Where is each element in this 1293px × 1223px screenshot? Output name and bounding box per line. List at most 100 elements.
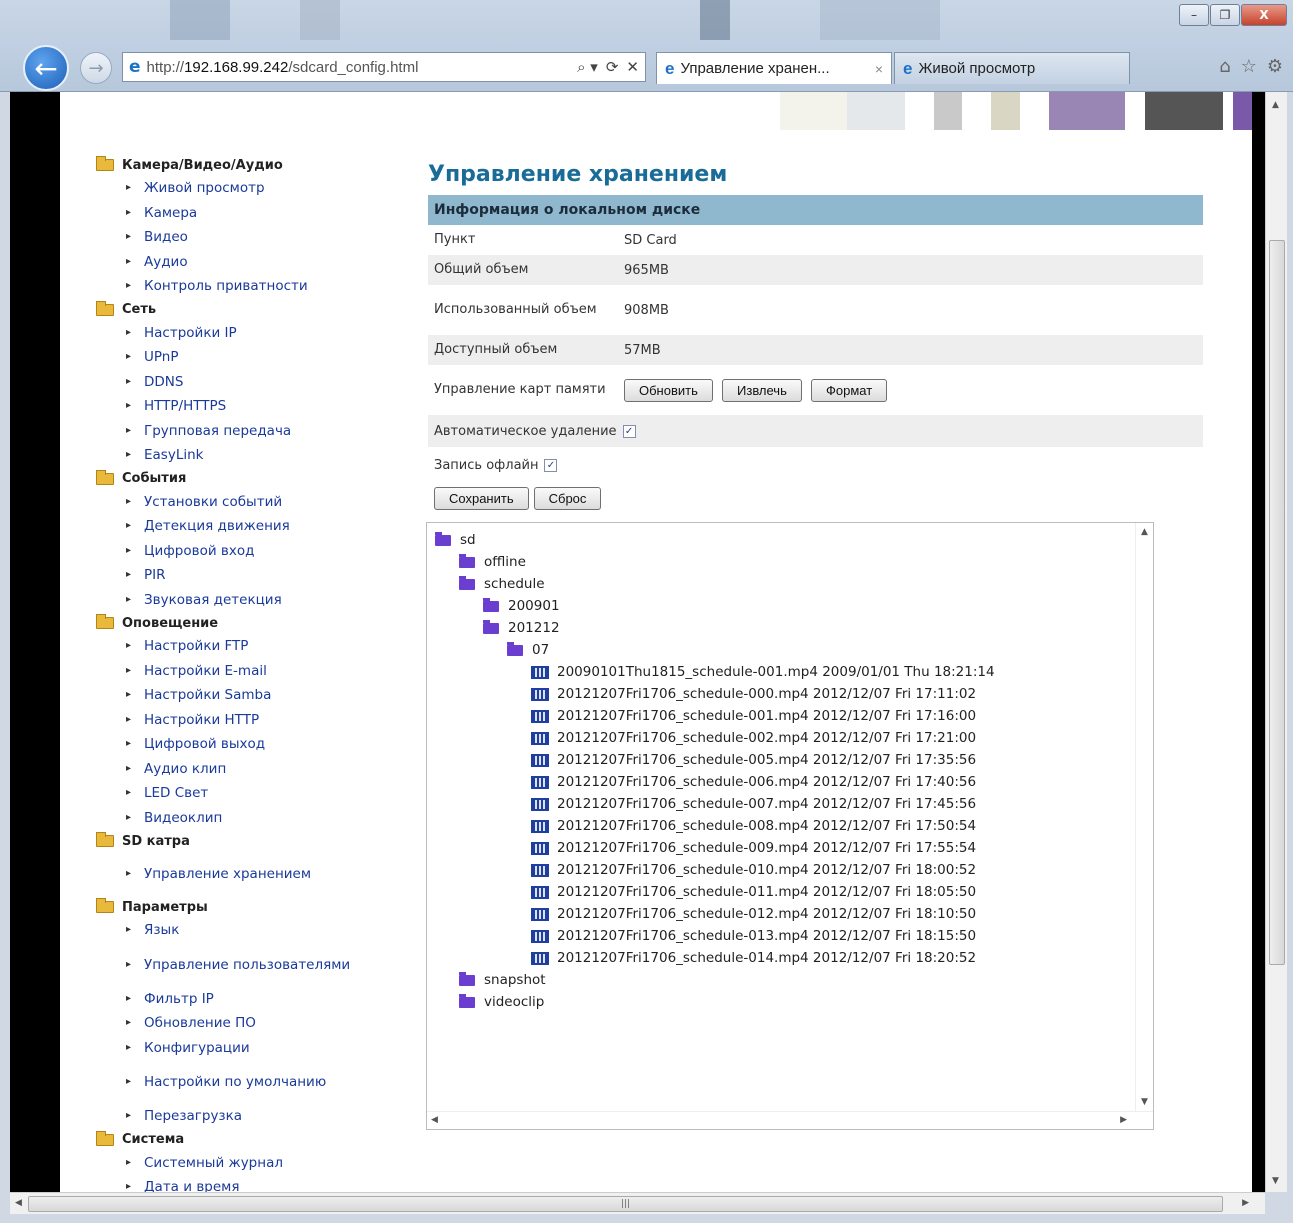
arrow-icon: ▸ (126, 992, 132, 1004)
stop-icon[interactable]: ✕ (626, 58, 639, 76)
minimize-button[interactable]: – (1179, 4, 1209, 26)
url-text[interactable]: http://192.168.99.242/sdcard_config.html (147, 59, 419, 76)
star-icon[interactable]: ☆ (1241, 56, 1257, 77)
close-tab-icon[interactable]: × (875, 61, 883, 77)
tree-folder[interactable]: snapshot (435, 969, 1153, 991)
sidebar-item[interactable]: ▸ Детекция движения (96, 514, 366, 539)
tree-node-label: 20121207Fri1706_schedule-005.mp4 2012/12… (557, 752, 977, 768)
sidebar-item[interactable]: ▸ Цифровой выход (96, 732, 366, 757)
gear-icon[interactable]: ⚙ (1267, 56, 1283, 77)
scroll-up-icon[interactable]: ▲ (1141, 527, 1148, 537)
tree-folder[interactable]: 200901 (435, 595, 1153, 617)
tree-folder[interactable]: offline (435, 551, 1153, 573)
sidebar-item[interactable]: ▸ Цифровой вход (96, 539, 366, 564)
sidebar-item[interactable]: ▸ Видео (96, 225, 366, 250)
sidebar-item[interactable]: ▸ Установки событий (96, 490, 366, 515)
scroll-right-icon[interactable]: ▶ (1120, 1115, 1127, 1125)
tree-folder[interactable]: 201212 (435, 617, 1153, 639)
tree-file[interactable]: 20121207Fri1706_schedule-012.mp4 2012/12… (435, 903, 1153, 925)
sidebar-item[interactable]: ▸ Контроль приватности (96, 274, 366, 299)
close-window-button[interactable]: X (1241, 4, 1287, 26)
refresh-icon[interactable]: ⟳ (606, 58, 619, 76)
tree-file[interactable]: 20121207Fri1706_schedule-006.mp4 2012/12… (435, 771, 1153, 793)
sidebar-item[interactable]: ▸ Обновление ПО (96, 1011, 366, 1036)
page-vertical-scrollbar[interactable]: ▲ ▼ (1265, 92, 1287, 1192)
sidebar-item[interactable]: ▸ Настройки Samba (96, 683, 366, 708)
scroll-down-icon[interactable]: ▼ (1141, 1097, 1148, 1107)
tree-file[interactable]: 20121207Fri1706_schedule-011.mp4 2012/12… (435, 881, 1153, 903)
tree-file[interactable]: 20121207Fri1706_schedule-010.mp4 2012/12… (435, 859, 1153, 881)
scroll-left-icon[interactable]: ◀ (15, 1198, 22, 1208)
save-button[interactable]: Сохранить (434, 486, 529, 510)
reset-button[interactable]: Сброс (533, 486, 602, 510)
tree-folder[interactable]: sd (435, 529, 1153, 551)
sidebar-item[interactable]: ▸ Групповая передача (96, 419, 366, 444)
page-horizontal-scrollbar[interactable]: ◀ ||| ▶ (10, 1192, 1265, 1214)
tab-storage-management[interactable]: e Управление хранен... × (656, 52, 892, 84)
sidebar-item[interactable]: ▸ Настройки FTP (96, 634, 366, 659)
sidebar-item[interactable]: ▸ Видеоклип (96, 806, 366, 831)
scrollbar-thumb[interactable] (1269, 240, 1285, 965)
tree-folder[interactable]: schedule (435, 573, 1153, 595)
video-file-icon (531, 753, 549, 767)
sidebar-item[interactable]: ▸ Звуковая детекция (96, 588, 366, 613)
sidebar-item[interactable]: ▸ Перезагрузка (96, 1104, 366, 1129)
format-button[interactable]: Формат (811, 378, 888, 402)
tree-vertical-scrollbar[interactable]: ▲ ▼ (1135, 523, 1153, 1129)
sidebar-item[interactable]: ▸ Настройки IP (96, 321, 366, 346)
tree-file[interactable]: 20121207Fri1706_schedule-007.mp4 2012/12… (435, 793, 1153, 815)
refresh-button[interactable]: Обновить (624, 378, 713, 402)
scroll-down-icon[interactable]: ▼ (1272, 1176, 1279, 1186)
auto-delete-checkbox[interactable]: ✓ (622, 424, 636, 438)
sidebar-item[interactable]: ▸ Настройки E-mail (96, 659, 366, 684)
tree-file[interactable]: 20121207Fri1706_schedule-005.mp4 2012/12… (435, 749, 1153, 771)
sidebar-item[interactable]: ▸ Камера (96, 201, 366, 226)
maximize-button[interactable]: ❐ (1210, 4, 1240, 26)
tree-node-label: 20121207Fri1706_schedule-013.mp4 2012/12… (557, 928, 977, 944)
sidebar-item[interactable]: ▸ HTTP/HTTPS (96, 394, 366, 419)
sidebar-item[interactable]: ▸ Аудио клип (96, 757, 366, 782)
tree-file[interactable]: 20090101Thu1815_schedule-001.mp4 2009/01… (435, 661, 1153, 683)
address-bar[interactable]: e http://192.168.99.242/sdcard_config.ht… (122, 52, 646, 82)
sidebar-item[interactable]: ▸ Управление хранением (96, 852, 366, 896)
sidebar-item[interactable]: ▸ UPnP (96, 345, 366, 370)
sidebar-item[interactable]: ▸ LED Свет (96, 781, 366, 806)
scrollbar-thumb[interactable]: ||| (28, 1196, 1223, 1212)
sidebar-item[interactable]: ▸ Управление пользователями (96, 943, 366, 987)
sidebar-item[interactable]: ▸ EasyLink (96, 443, 366, 468)
tree-file[interactable]: 20121207Fri1706_schedule-008.mp4 2012/12… (435, 815, 1153, 837)
tree-file[interactable]: 20121207Fri1706_schedule-002.mp4 2012/12… (435, 727, 1153, 749)
sidebar-item[interactable]: ▸ PIR (96, 563, 366, 588)
search-icon[interactable]: ⌕ ▾ (577, 58, 598, 76)
sidebar-item[interactable]: ▸ Живой просмотр (96, 176, 366, 201)
tree-folder[interactable]: 07 (435, 639, 1153, 661)
tree-horizontal-scrollbar[interactable]: ◀ ▶ (427, 1111, 1153, 1129)
sidebar-item[interactable]: ▸ Конфигурации (96, 1036, 366, 1061)
tree-file[interactable]: 20121207Fri1706_schedule-001.mp4 2012/12… (435, 705, 1153, 727)
sidebar-item[interactable]: ▸ Дата и время (96, 1175, 366, 1192)
sidebar-item[interactable]: ▸ DDNS (96, 370, 366, 395)
home-icon[interactable]: ⌂ (1219, 56, 1230, 77)
sidebar-item[interactable]: ▸ Системный журнал (96, 1151, 366, 1176)
sidebar-item[interactable]: ▸ Аудио (96, 250, 366, 275)
sidebar-item[interactable]: ▸ Настройки по умолчанию (96, 1060, 366, 1104)
scroll-left-icon[interactable]: ◀ (431, 1115, 438, 1125)
tree-file[interactable]: 20121207Fri1706_schedule-013.mp4 2012/12… (435, 925, 1153, 947)
tree-body: sd offline schedule 200901 201212 07 20090101T… (427, 523, 1153, 1013)
sidebar-item[interactable]: ▸ Фильтр IP (96, 987, 366, 1012)
tab-live-view[interactable]: e Живой просмотр (894, 52, 1130, 84)
scroll-up-icon[interactable]: ▲ (1272, 100, 1279, 110)
tree-node-label: 20121207Fri1706_schedule-011.mp4 2012/12… (557, 884, 977, 900)
tree-file[interactable]: 20121207Fri1706_schedule-009.mp4 2012/12… (435, 837, 1153, 859)
sidebar-item[interactable]: ▸ Язык (96, 918, 366, 943)
tree-file[interactable]: 20121207Fri1706_schedule-000.mp4 2012/12… (435, 683, 1153, 705)
eject-button[interactable]: Извлечь (722, 378, 802, 402)
tree-file[interactable]: 20121207Fri1706_schedule-014.mp4 2012/12… (435, 947, 1153, 969)
tree-folder[interactable]: videoclip (435, 991, 1153, 1013)
offline-record-checkbox[interactable]: ✓ (544, 458, 558, 472)
back-button[interactable]: ← (23, 45, 69, 91)
scroll-right-icon[interactable]: ▶ (1242, 1198, 1249, 1208)
arrow-icon: ▸ (126, 664, 132, 676)
sidebar-item[interactable]: ▸ Настройки HTTP (96, 708, 366, 733)
forward-button[interactable]: → (80, 52, 112, 84)
